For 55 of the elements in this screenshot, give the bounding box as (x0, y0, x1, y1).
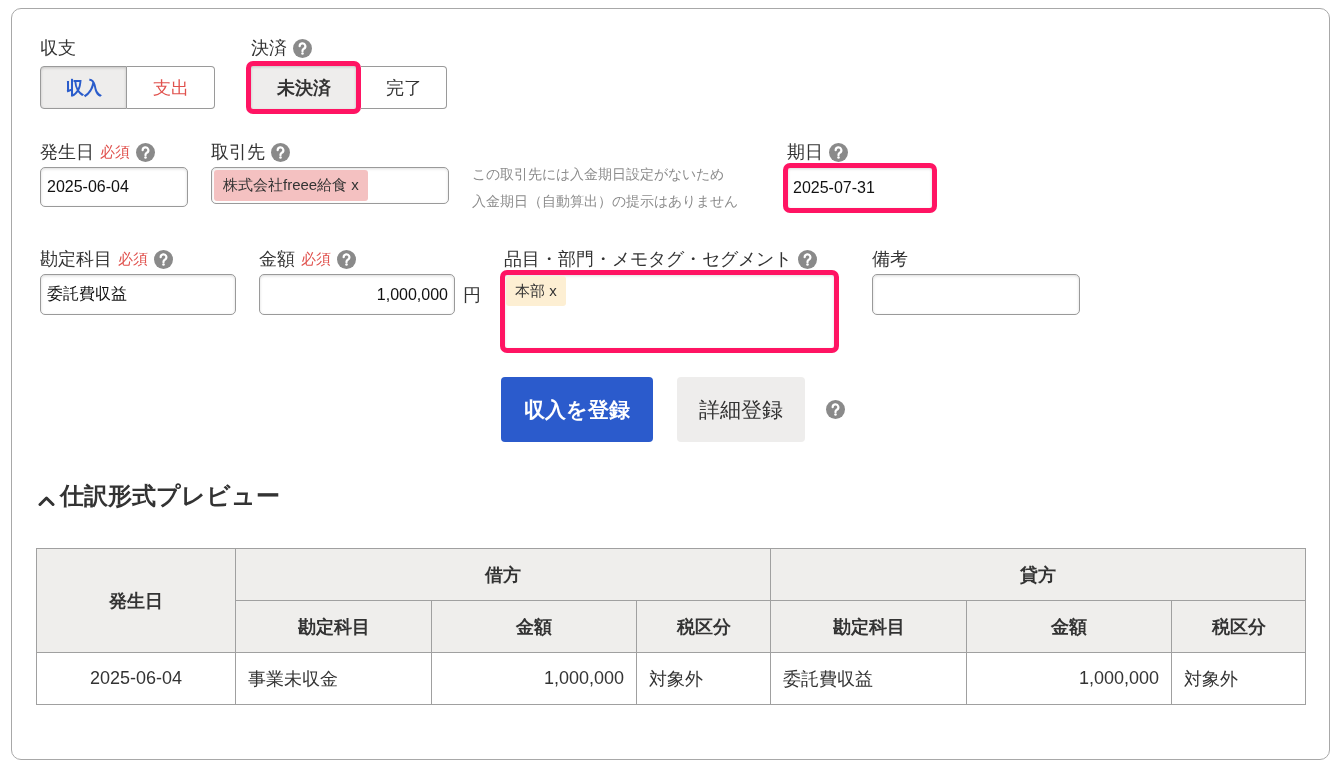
column-header: 発生日 (36, 548, 236, 653)
amount-input[interactable]: 1,000,000 (259, 274, 455, 315)
field-label: 発生日 (40, 141, 94, 164)
field-label: 取引先 (211, 141, 265, 164)
column-header: 勘定科目 (235, 600, 432, 653)
tag-chip[interactable]: 株式会社freee給食 x (214, 170, 368, 201)
section-title: 仕訳形式プレビュー (60, 481, 280, 511)
toggle-option[interactable]: 未決済 (246, 61, 361, 114)
column-header: 税区分 (1171, 600, 1306, 653)
field-label: 備考 (872, 248, 908, 271)
column-header: 金額 (966, 600, 1172, 653)
help-icon[interactable] (293, 38, 312, 58)
column-header: 税区分 (636, 600, 771, 653)
info-note: この取引先には入金期日設定がないため 入金期日（自動算出）の提示はありません (472, 165, 739, 211)
segment-tag-field[interactable]: 本部 x (500, 270, 839, 353)
field-label: 期日 (787, 141, 823, 164)
help-icon[interactable] (271, 142, 290, 162)
tag-chip[interactable]: 本部 x (506, 276, 566, 306)
column-header: 金額 (431, 600, 637, 653)
required-mark: 必須 (301, 249, 331, 269)
field-label: 金額 (259, 248, 295, 271)
column-group-header: 貸方 (770, 548, 1306, 601)
table-cell: 委託費収益 (770, 652, 967, 705)
table-cell: 1,000,000 (431, 652, 637, 705)
required-mark: 必須 (100, 142, 130, 162)
column-header: 勘定科目 (770, 600, 967, 653)
toggle-option[interactable]: 完了 (361, 66, 447, 109)
field-label: 収支 (40, 37, 76, 60)
help-icon[interactable] (798, 249, 817, 269)
table-cell: 1,000,000 (966, 652, 1172, 705)
table-cell: 対象外 (636, 652, 771, 705)
toggle-option[interactable]: 支出 (127, 66, 215, 109)
table-cell: 事業未収金 (235, 652, 432, 705)
column-group-header: 借方 (235, 548, 771, 601)
table-cell: 対象外 (1171, 652, 1306, 705)
register-button[interactable]: 収入を登録 (501, 377, 653, 442)
partner-tag-field[interactable]: 株式会社freee給食 x (211, 167, 449, 204)
detail-register-button[interactable]: 詳細登録 (677, 377, 805, 442)
chevron-up-icon[interactable] (38, 495, 55, 506)
remarks-input[interactable] (872, 274, 1080, 315)
toggle-option[interactable]: 収入 (40, 66, 127, 109)
field-label: 勘定科目 (40, 248, 112, 271)
help-icon[interactable] (829, 142, 848, 162)
field-label: 品目・部門・メモタグ・セグメント (504, 248, 792, 271)
help-icon[interactable] (337, 249, 356, 269)
help-icon[interactable] (136, 142, 155, 162)
help-icon[interactable] (826, 400, 845, 419)
date-input[interactable]: 2025-06-04 (40, 167, 188, 207)
unit-label: 円 (463, 283, 481, 307)
date-input[interactable]: 2025-07-31 (783, 163, 937, 213)
help-icon[interactable] (154, 249, 173, 269)
table-cell: 2025-06-04 (36, 652, 236, 705)
required-mark: 必須 (118, 249, 148, 269)
account-input[interactable]: 委託費収益 (40, 274, 236, 315)
field-label: 決済 (251, 37, 287, 60)
